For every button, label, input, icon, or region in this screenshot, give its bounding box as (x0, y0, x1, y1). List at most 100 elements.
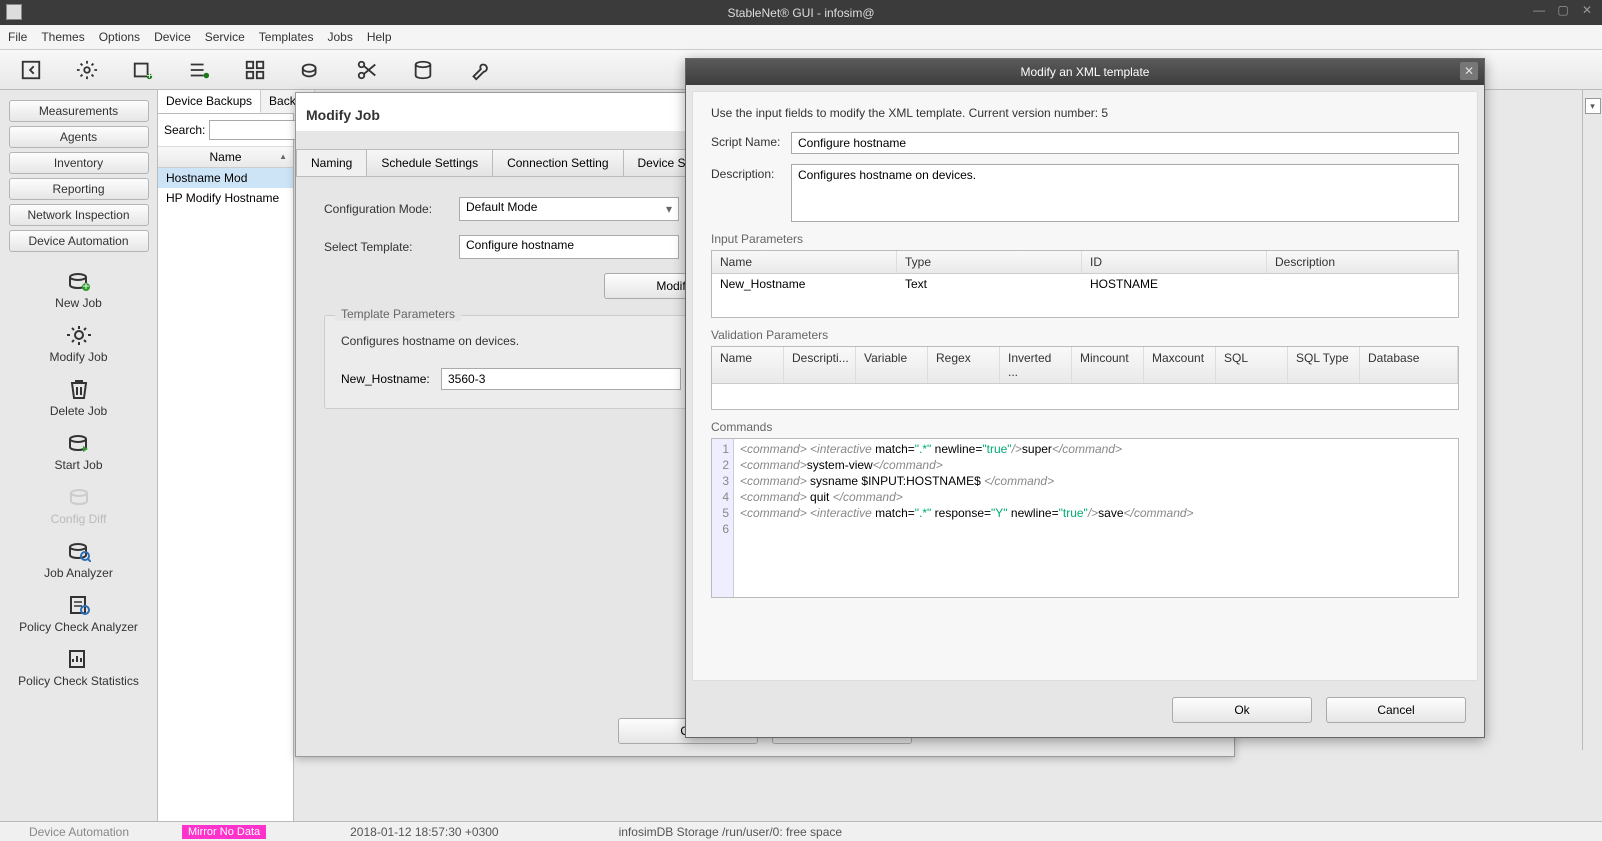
menu-templates[interactable]: Templates (259, 30, 314, 44)
commands-title: Commands (711, 420, 1459, 434)
action-label: Delete Job (50, 404, 107, 418)
list-item[interactable]: Hostname Mod (158, 168, 293, 188)
action-modify-job[interactable]: Modify Job (49, 324, 107, 364)
action-label: Job Analyzer (44, 566, 113, 580)
dropdown-toggle-icon[interactable]: ▾ (1585, 98, 1601, 114)
action-start-job[interactable]: Start Job (54, 432, 102, 472)
table-header[interactable]: Mincount (1072, 347, 1144, 383)
svg-text:+: + (82, 279, 89, 292)
action-delete-job[interactable]: Delete Job (50, 378, 107, 418)
toolbar-icon-5[interactable] (244, 59, 266, 81)
table-header[interactable]: Regex (928, 347, 1000, 383)
toolbar-icon-4[interactable] (188, 59, 210, 81)
commands-editor[interactable]: 123456 <command> <interactive match=".*"… (711, 438, 1459, 598)
toolbar-icon-6[interactable] (300, 59, 322, 81)
menu-themes[interactable]: Themes (41, 30, 84, 44)
database-icon[interactable] (412, 59, 434, 81)
svg-text:+: + (146, 70, 152, 81)
table-header[interactable]: Maxcount (1144, 347, 1216, 383)
action-label: Policy Check Statistics (18, 674, 139, 688)
code-lines[interactable]: <command> <interactive match=".*" newlin… (734, 439, 1200, 597)
action-label: Start Job (54, 458, 102, 472)
xml-cancel-button[interactable]: Cancel (1326, 697, 1466, 723)
right-scrollbar-panel: ▾ (1582, 90, 1602, 750)
menu-options[interactable]: Options (99, 30, 140, 44)
xml-template-dialog: Modify an XML template ✕ Use the input f… (685, 58, 1485, 738)
tab-schedule-settings[interactable]: Schedule Settings (366, 149, 493, 176)
window-titlebar: StableNet® GUI - infosim@ — ▢ ✕ (0, 0, 1602, 25)
nav-agents[interactable]: Agents (9, 126, 149, 148)
validation-parameters-table: Name Descripti... Variable Regex Inverte… (711, 346, 1459, 410)
toolbar-icon-1[interactable] (20, 59, 42, 81)
action-job-analyzer[interactable]: Job Analyzer (44, 540, 113, 580)
input-parameters-title: Input Parameters (711, 232, 1459, 246)
xml-dialog-title: Modify an XML template (1021, 65, 1150, 79)
nav-device-automation[interactable]: Device Automation (9, 230, 149, 252)
status-time: 2018-01-12 18:57:30 +0300 (350, 825, 498, 839)
close-button[interactable]: ✕ (1576, 0, 1598, 20)
status-desc: infosimDB Storage /run/user/0: free spac… (619, 825, 842, 839)
tab-connection-setting[interactable]: Connection Setting (492, 149, 623, 176)
config-mode-select[interactable]: Default Mode (459, 197, 679, 221)
xml-ok-button[interactable]: Ok (1172, 697, 1312, 723)
xml-dialog-close-icon[interactable]: ✕ (1460, 62, 1478, 80)
menu-device[interactable]: Device (154, 30, 191, 44)
maximize-button[interactable]: ▢ (1552, 0, 1574, 20)
wrench-icon[interactable] (468, 59, 490, 81)
sidebar: Measurements Agents Inventory Reporting … (0, 90, 158, 821)
column-header-name[interactable]: Name (158, 147, 293, 168)
action-policy-check-statistics[interactable]: Policy Check Statistics (18, 648, 139, 688)
table-header[interactable]: Type (897, 251, 1082, 273)
nav-measurements[interactable]: Measurements (9, 100, 149, 122)
list-item[interactable]: HP Modify Hostname (158, 188, 293, 208)
search-label: Search: (164, 123, 205, 137)
table-header[interactable]: Inverted ... (1000, 347, 1072, 383)
table-header[interactable]: Description (1267, 251, 1458, 273)
tab-device-backups[interactable]: Device Backups (158, 90, 261, 113)
gear-icon[interactable] (76, 59, 98, 81)
menu-service[interactable]: Service (205, 30, 245, 44)
new-hostname-label: New_Hostname: (341, 372, 441, 386)
xml-dialog-intro: Use the input fields to modify the XML t… (711, 106, 1459, 120)
nav-network-inspection[interactable]: Network Inspection (9, 204, 149, 226)
table-header[interactable]: SQL Type (1288, 347, 1360, 383)
table-header[interactable]: Database (1360, 347, 1458, 383)
status-alarm-badge[interactable]: Mirror No Data (182, 825, 266, 839)
menu-help[interactable]: Help (367, 30, 392, 44)
select-template-input[interactable]: Configure hostname (459, 235, 679, 259)
table-header[interactable]: SQL (1216, 347, 1288, 383)
table-header[interactable]: Descripti... (784, 347, 856, 383)
tab-naming[interactable]: Naming (296, 149, 367, 176)
description-label: Description: (711, 164, 791, 222)
window-title: StableNet® GUI - infosim@ (727, 6, 874, 20)
action-config-diff[interactable]: Config Diff (51, 486, 107, 526)
status-left-label: Device Automation (0, 825, 158, 839)
nav-reporting[interactable]: Reporting (9, 178, 149, 200)
table-header[interactable]: Name (712, 251, 897, 273)
select-template-label: Select Template: (324, 240, 459, 254)
description-textarea[interactable]: Configures hostname on devices. (791, 164, 1459, 222)
config-mode-label: Configuration Mode: (324, 202, 459, 216)
table-header[interactable]: ID (1082, 251, 1267, 273)
nav-inventory[interactable]: Inventory (9, 152, 149, 174)
table-header[interactable]: Variable (856, 347, 928, 383)
action-label: Policy Check Analyzer (19, 620, 138, 634)
menu-jobs[interactable]: Jobs (327, 30, 352, 44)
new-hostname-input[interactable] (441, 368, 681, 390)
script-name-label: Script Name: (711, 132, 791, 154)
action-policy-check-analyzer[interactable]: Policy Check Analyzer (19, 594, 138, 634)
menu-file[interactable]: File (8, 30, 27, 44)
menubar: File Themes Options Device Service Templ… (0, 25, 1602, 50)
action-label: Modify Job (49, 350, 107, 364)
table-header[interactable]: Name (712, 347, 784, 383)
table-row[interactable]: New_Hostname Text HOSTNAME (712, 274, 1458, 294)
toolbar-icon-3[interactable]: + (132, 59, 154, 81)
xml-dialog-titlebar: Modify an XML template ✕ (686, 59, 1484, 85)
scissors-icon[interactable] (356, 59, 378, 81)
action-new-job[interactable]: + New Job (55, 270, 102, 310)
input-parameters-table: Name Type ID Description New_Hostname Te… (711, 250, 1459, 318)
job-list-panel: Device Backups Back... Search: Name Host… (158, 90, 294, 821)
script-name-input[interactable] (791, 132, 1459, 154)
line-gutter: 123456 (712, 439, 734, 597)
minimize-button[interactable]: — (1528, 0, 1550, 20)
